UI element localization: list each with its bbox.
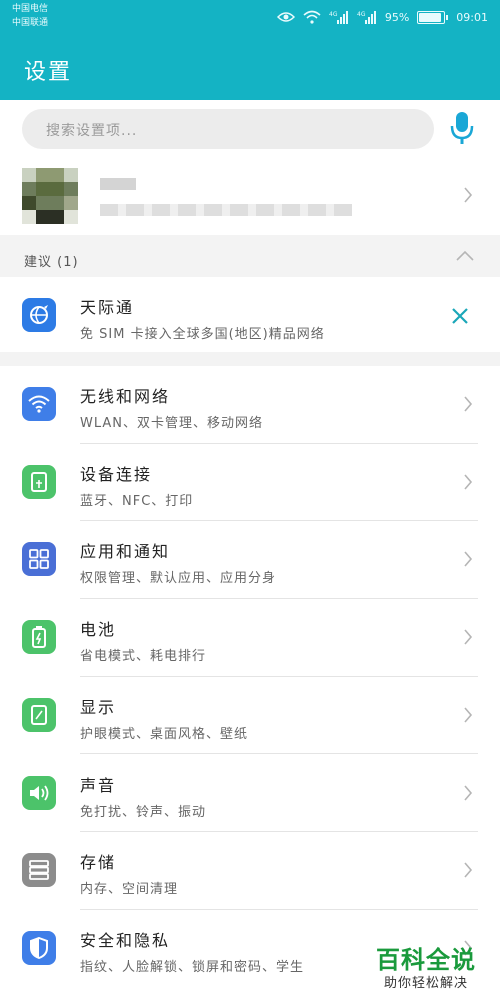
suggestions-header[interactable]: 建议 (1) [0, 235, 500, 277]
settings-item-title: 显示 [80, 697, 117, 717]
search-input[interactable]: 搜索设置项... [22, 109, 434, 149]
settings-item-subtitle: 蓝牙、NFC、打印 [80, 493, 194, 509]
settings-item-subtitle: WLAN、双卡管理、移动网络 [80, 416, 264, 431]
section-gap [0, 352, 500, 366]
account-name-blurred [100, 178, 136, 190]
storage-icon [22, 853, 56, 888]
suggestion-skyroam[interactable]: 天际通 免 SIM 卡接入全球多国(地区)精品网络 [0, 278, 500, 352]
device-connect-icon [22, 464, 56, 499]
cell-signal-1-icon: 4G [329, 11, 348, 24]
avatar [22, 168, 78, 224]
battery-status-icon [417, 10, 449, 24]
settings-item-subtitle: 免打扰、铃声、振动 [80, 804, 207, 820]
status-bar: 中国电信 中国联通 4G 4G 95% 09:01 [0, 0, 500, 36]
settings-item-7[interactable]: 存储 内存、空间清理 [0, 832, 500, 910]
watermark: 百科全说 助你轻松解决 [372, 940, 496, 998]
page-title: 设置 [24, 60, 73, 85]
account-detail-blurred [100, 204, 352, 216]
chevron-right-icon [464, 707, 473, 723]
clock: 09:01 [456, 10, 488, 24]
search-placeholder: 搜索设置项... [46, 123, 138, 139]
settings-item-title: 应用和通知 [80, 542, 171, 562]
settings-item-subtitle: 内存、空间清理 [80, 882, 179, 898]
suggestion-subtitle: 免 SIM 卡接入全球多国(地区)精品网络 [80, 327, 325, 342]
chevron-right-icon [464, 474, 473, 490]
settings-item-title: 电池 [80, 620, 117, 640]
globe-icon [22, 298, 56, 332]
close-icon[interactable] [450, 306, 470, 326]
settings-item-subtitle: 护眼模式、桌面风格、壁纸 [80, 726, 249, 742]
settings-item-title: 安全和隐私 [80, 930, 171, 950]
account-row[interactable] [0, 156, 500, 234]
suggestions-label: 建议 (1) [24, 255, 79, 270]
settings-item-title: 存储 [80, 853, 117, 873]
carrier-1-label: 中国电信 [12, 4, 49, 14]
svg-text:4G: 4G [357, 11, 366, 18]
chevron-right-icon [464, 187, 473, 203]
suggestion-title: 天际通 [80, 298, 135, 317]
chevron-right-icon [464, 551, 473, 567]
watermark-tagline: 助你轻松解决 [384, 976, 469, 991]
settings-item-2[interactable]: 设备连接蓝牙、NFC、打印 [0, 444, 500, 522]
cell-signal-2-icon: 4G [357, 11, 376, 24]
apps-grid-icon [22, 542, 56, 577]
settings-item-subtitle: 省电模式、耗电排行 [80, 649, 207, 665]
chevron-right-icon [464, 396, 473, 412]
chevron-right-icon [464, 629, 473, 645]
title-bar: 中国电信 中国联通 4G 4G 95% 09:01 设置 [0, 0, 500, 100]
settings-item-title: 声音 [80, 775, 117, 795]
watermark-brand: 百科全说 [376, 946, 476, 974]
chevron-up-icon[interactable] [455, 250, 475, 262]
chevron-right-icon [464, 784, 473, 801]
wifi-signal-icon [303, 10, 321, 24]
settings-item-5[interactable]: 显示护眼模式、桌面风格、壁纸 [0, 677, 500, 755]
eye-comfort-icon [276, 12, 295, 22]
microphone-icon[interactable] [447, 110, 477, 146]
settings-item-subtitle: 指纹、人脸解锁、锁屏和密码、学生 [80, 959, 305, 975]
settings-item-subtitle: 权限管理、默认应用、应用分身 [80, 571, 277, 587]
settings-item-title: 设备连接 [80, 464, 153, 484]
settings-item-1[interactable]: 无线和网络 WLAN、双卡管理、移动网络 [0, 366, 500, 444]
settings-item-3[interactable]: 应用和通知权限管理、默认应用、应用分身 [0, 521, 500, 600]
battery-percent: 95% [384, 10, 410, 24]
settings-item-6[interactable]: 声音免打扰、铃声、振动 [0, 755, 500, 833]
carrier-2-label: 中国联通 [12, 18, 49, 28]
chevron-right-icon [464, 862, 473, 878]
svg-text:4G: 4G [329, 11, 338, 18]
settings-item-4[interactable]: 电池省电模式、耗电排行 [0, 599, 500, 677]
settings-item-title: 无线和网络 [80, 387, 171, 406]
shield-icon [22, 930, 56, 965]
battery-icon [22, 620, 56, 655]
sound-icon [22, 775, 56, 810]
display-icon [22, 697, 56, 732]
wifi-icon [22, 387, 56, 421]
